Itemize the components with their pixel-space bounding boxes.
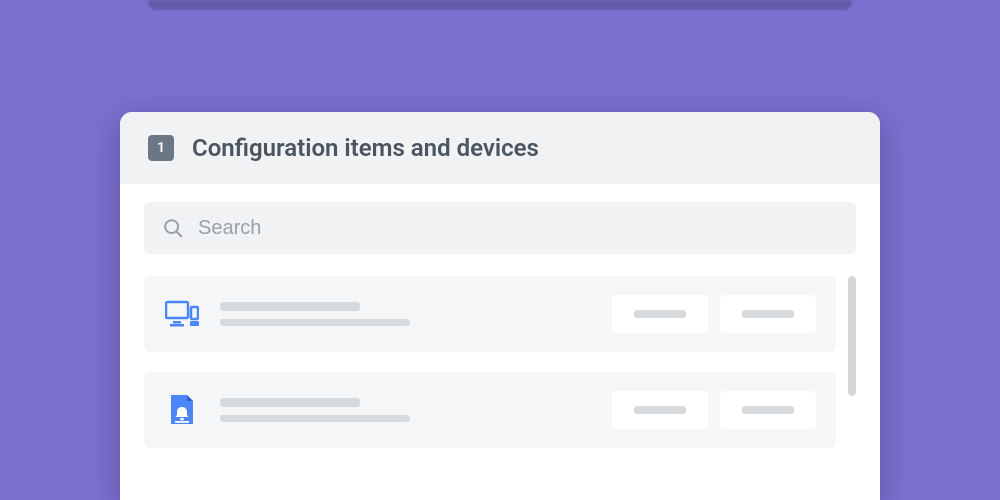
item-subtitle-placeholder [220,415,410,422]
item-text [220,398,592,422]
item-text [220,302,592,326]
scrollbar-thumb[interactable] [848,276,856,396]
item-action-button[interactable] [720,391,816,429]
desktop-computer-icon [164,296,200,332]
button-label-placeholder [634,406,686,414]
step-badge: 1 [148,135,174,161]
backdrop-shadow [148,0,852,10]
panel-header: 1 Configuration items and devices [120,112,880,184]
search-input[interactable] [198,217,838,240]
document-bell-icon [164,392,200,428]
button-label-placeholder [742,406,794,414]
item-action-button[interactable] [612,391,708,429]
item-subtitle-placeholder [220,319,410,326]
button-label-placeholder [634,310,686,318]
item-action-button[interactable] [720,295,816,333]
config-items-panel: 1 Configuration items and devices [120,112,880,500]
item-actions [612,391,816,429]
item-actions [612,295,816,333]
button-label-placeholder [742,310,794,318]
list-item[interactable] [144,372,836,448]
item-title-placeholder [220,398,360,407]
search-icon [162,217,184,239]
panel-body [120,184,880,500]
list-item[interactable] [144,276,836,352]
panel-title: Configuration items and devices [192,134,539,162]
item-title-placeholder [220,302,360,311]
item-action-button[interactable] [612,295,708,333]
step-number: 1 [157,140,165,156]
search-bar[interactable] [144,202,856,254]
item-list [144,276,856,448]
